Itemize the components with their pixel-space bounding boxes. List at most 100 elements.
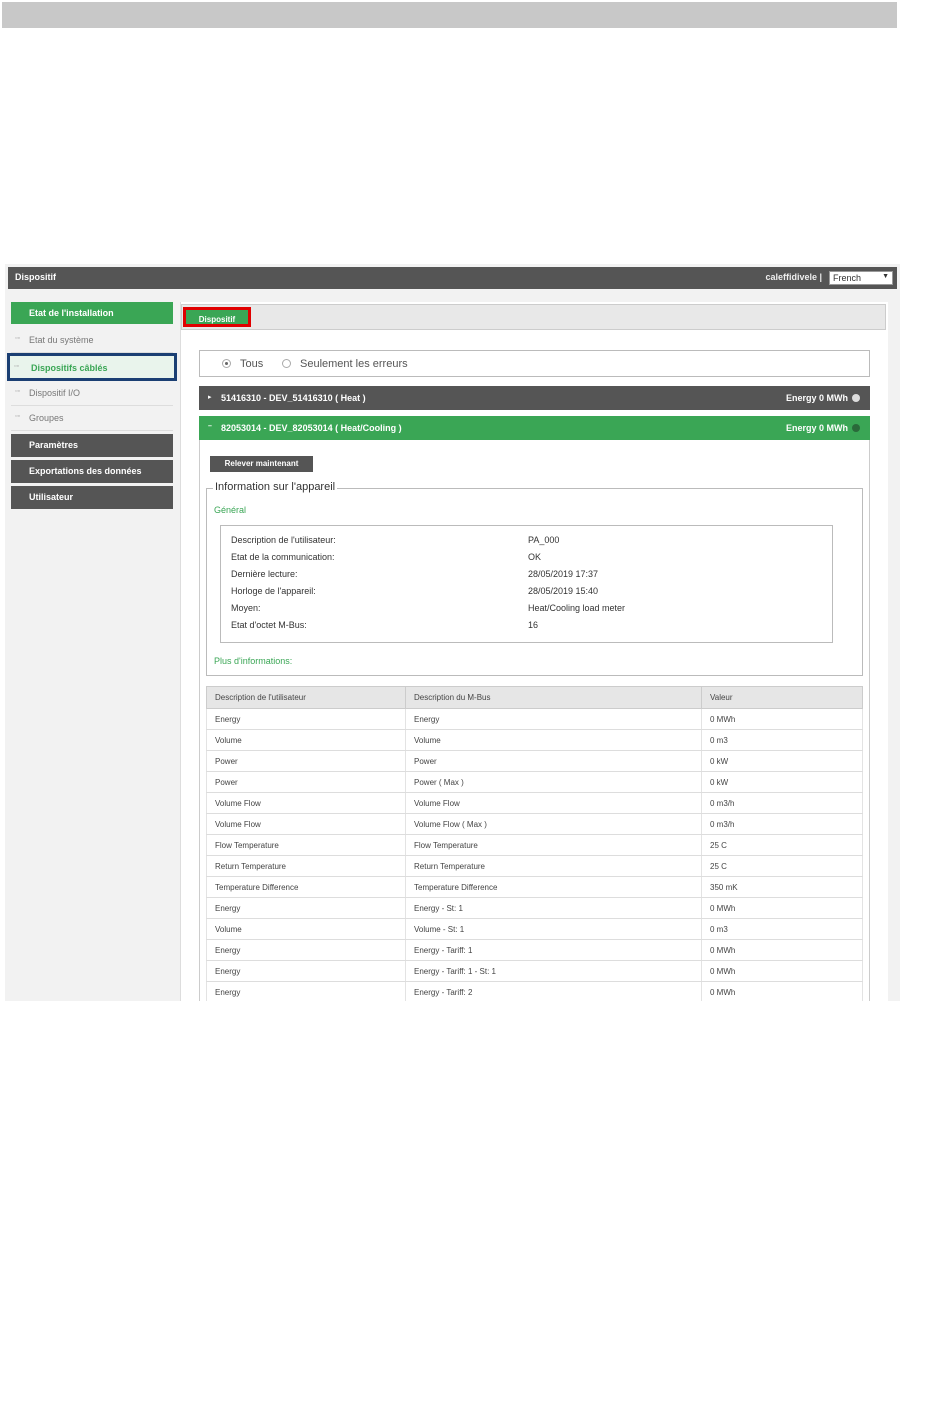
device-energy: Energy 0 MWh xyxy=(786,393,860,403)
table-row: Volume Flow Volume Flow ( Max ) 0 m3/h xyxy=(206,813,863,835)
read-now-button[interactable]: Relever maintenant xyxy=(210,456,313,472)
table-row: Power Power 0 kW xyxy=(206,750,863,772)
sidebar: Etat de l'installation ▫▫ Etat du systèm… xyxy=(7,302,177,509)
filter-errors-radio[interactable]: Seulement les erreurs xyxy=(282,358,408,370)
sidebar-item-wired-devices[interactable]: ▫▫ Dispositifs câblés xyxy=(7,353,177,381)
column-header-value: Valeur xyxy=(701,686,863,709)
main-content: Dispositif Tous Seulement les erreurs ▸ … xyxy=(180,302,888,1001)
table-row: Energy Energy - Tariff: 1 - St: 10 MWh xyxy=(206,960,863,982)
chevron-down-icon: ▼ xyxy=(882,273,889,280)
cell-value: 0 kW xyxy=(701,771,863,793)
sidebar-section-data-export[interactable]: Exportations des données xyxy=(11,460,173,483)
table-row: Temperature Difference Temperature Differ… xyxy=(206,876,863,898)
cell-value: 350 mK xyxy=(701,876,863,898)
cell-value: 0 m3 xyxy=(701,729,863,751)
table-row: Power Power ( Max ) 0 kW xyxy=(206,771,863,793)
cell-user-description: Volume xyxy=(206,918,406,940)
column-header-user-description: Description de l'utilisateur xyxy=(206,686,406,709)
status-icon xyxy=(852,394,860,402)
sidebar-item-installation-state[interactable]: Etat de l'installation xyxy=(11,302,173,324)
cell-mbus-description: Energy - Tariff: 1 - St: 1 xyxy=(405,960,702,982)
cell-mbus-description: Power xyxy=(405,750,702,772)
info-value: Heat/Cooling load meter xyxy=(528,603,626,613)
user-name[interactable]: caleffidivele | xyxy=(765,272,822,282)
cell-value: 0 m3/h xyxy=(701,792,863,814)
cell-user-description: Flow Temperature xyxy=(206,834,406,856)
device-row[interactable]: ▸ 51416310 - DEV_51416310 ( Heat ) Energ… xyxy=(199,386,870,410)
device-energy: Energy 0 MWh xyxy=(786,423,860,433)
cell-mbus-description: Volume Flow xyxy=(405,792,702,814)
measurements-table: Description de l'utilisateur Description… xyxy=(206,686,863,1001)
language-select[interactable]: French ▼ xyxy=(829,271,893,285)
info-key: Horloge de l'appareil: xyxy=(231,586,316,596)
device-info-box: Description de l'utilisateur: PA_000 Eta… xyxy=(220,525,833,643)
sidebar-section-user[interactable]: Utilisateur xyxy=(11,486,173,509)
sidebar-item-io-device[interactable]: ▫▫ Dispositif I/O xyxy=(11,381,173,406)
app-title: Dispositif xyxy=(15,272,57,282)
cell-user-description: Volume Flow xyxy=(206,792,406,814)
info-key: Moyen: xyxy=(231,603,261,613)
cell-value: 0 MWh xyxy=(701,981,863,1001)
cell-user-description: Power xyxy=(206,771,406,793)
info-value: OK xyxy=(528,552,542,562)
cell-user-description: Energy xyxy=(206,939,406,961)
cell-mbus-description: Volume xyxy=(405,729,702,751)
cell-user-description: Return Temperature xyxy=(206,855,406,877)
sidebar-item-label: Dispositif I/O xyxy=(29,388,81,398)
sidebar-item-system-state[interactable]: ▫▫ Etat du système xyxy=(11,328,173,353)
sidebar-item-groups[interactable]: ▫▫ Groupes xyxy=(11,406,173,431)
cell-mbus-description: Energy - St: 1 xyxy=(405,897,702,919)
filter-errors-label: Seulement les erreurs xyxy=(300,358,408,370)
cell-mbus-description: Flow Temperature xyxy=(405,834,702,856)
device-energy-value: Energy 0 MWh xyxy=(785,423,848,433)
column-header-mbus-description: Description du M-Bus xyxy=(405,686,702,709)
table-row: Return Temperature Return Temperature 25 C xyxy=(206,855,863,877)
status-icon xyxy=(852,424,860,432)
cell-user-description: Power xyxy=(206,750,406,772)
device-energy-value: Energy 0 MWh xyxy=(785,393,848,403)
info-key: Dernière lecture: xyxy=(231,569,298,579)
device-row-expanded[interactable]: – 82053014 - DEV_82053014 ( Heat/Cooling… xyxy=(199,416,870,440)
cell-mbus-description: Energy xyxy=(405,708,702,730)
language-value: French xyxy=(833,273,862,283)
device-info-fieldset: Information sur l'appareil Général Descr… xyxy=(206,481,863,676)
info-key: Etat de la communication: xyxy=(231,552,335,562)
chevron-down-icon: – xyxy=(208,423,212,430)
filter-all-radio[interactable]: Tous xyxy=(222,358,263,370)
general-section-label: Général xyxy=(214,505,247,515)
sidebar-item-label: Etat du système xyxy=(29,335,94,345)
radio-unchecked-icon xyxy=(282,359,291,368)
cell-mbus-description: Power ( Max ) xyxy=(405,771,702,793)
cell-value: 0 m3/h xyxy=(701,813,863,835)
tab-bar: Dispositif xyxy=(181,304,886,330)
cell-value: 0 MWh xyxy=(701,960,863,982)
info-value: 28/05/2019 17:37 xyxy=(528,569,599,579)
table-row: Volume Volume 0 m3 xyxy=(206,729,863,751)
sidebar-section-parameters[interactable]: Paramètres xyxy=(11,434,173,457)
document-header-bar xyxy=(2,2,897,28)
info-value: PA_000 xyxy=(528,535,560,545)
radio-checked-icon xyxy=(222,359,231,368)
bullet-icon: ▫▫ xyxy=(15,413,20,420)
bullet-icon: ▫▫ xyxy=(15,388,20,395)
sidebar-item-label: Groupes xyxy=(29,413,64,423)
cell-user-description: Energy xyxy=(206,897,406,919)
cell-user-description: Volume Flow xyxy=(206,813,406,835)
tab-device[interactable]: Dispositif xyxy=(183,307,251,327)
more-info-link[interactable]: Plus d'informations: xyxy=(214,656,292,666)
cell-mbus-description: Energy - Tariff: 2 xyxy=(405,981,702,1001)
table-row: Volume Volume - St: 10 m3 xyxy=(206,918,863,940)
device-detail-panel: Relever maintenant Information sur l'app… xyxy=(199,440,870,1001)
cell-user-description: Temperature Difference xyxy=(206,876,406,898)
cell-value: 25 C xyxy=(701,855,863,877)
cell-user-description: Energy xyxy=(206,708,406,730)
table-header-row: Description de l'utilisateur Description… xyxy=(206,686,863,709)
info-key: Description de l'utilisateur: xyxy=(231,535,336,545)
bullet-icon: ▫▫ xyxy=(15,335,20,342)
cell-mbus-description: Energy - Tariff: 1 xyxy=(405,939,702,961)
bullet-icon: ▫▫ xyxy=(14,363,19,370)
cell-value: 0 MWh xyxy=(701,939,863,961)
cell-value: 0 kW xyxy=(701,750,863,772)
cell-mbus-description: Volume - St: 1 xyxy=(405,918,702,940)
app-header: Dispositif caleffidivele | French ▼ xyxy=(8,267,897,289)
